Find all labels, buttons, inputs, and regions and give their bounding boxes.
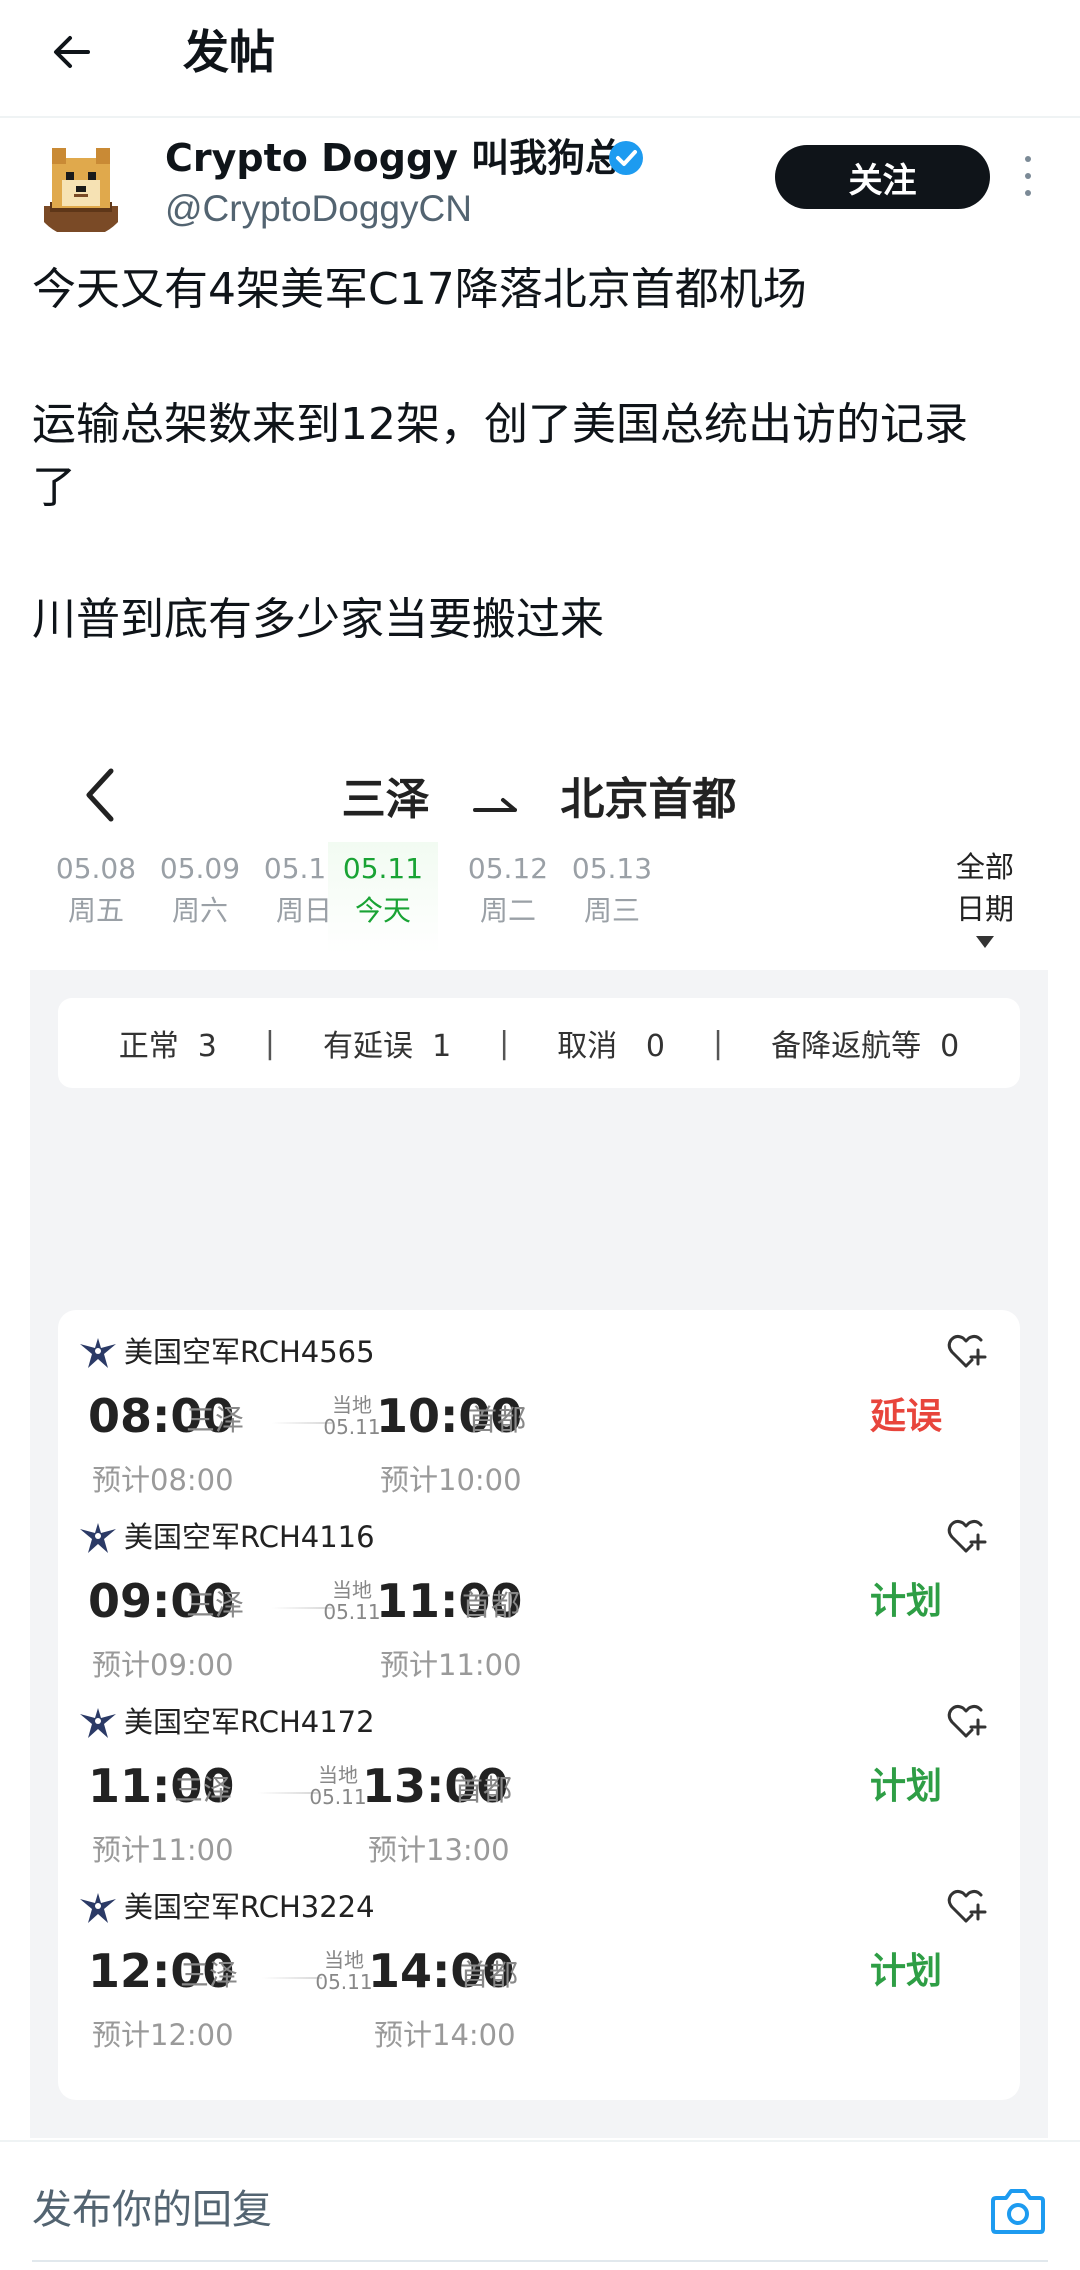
summary-label: 备降返航等 — [771, 1029, 922, 1064]
summary-label: 取消 — [557, 1029, 618, 1064]
flight-id: 美国空军RCH3224 — [124, 1890, 375, 1924]
page-title: 发帖 — [183, 25, 275, 79]
follow-button[interactable]: 关注 — [775, 145, 990, 209]
heart-plus-icon[interactable] — [944, 1515, 988, 1559]
author-handle[interactable]: @CryptoDoggyCN — [165, 184, 472, 234]
arrow-left-icon — [54, 36, 90, 68]
reply-input[interactable]: 发布你的回复 — [32, 2182, 272, 2238]
tweet-text-line: 了 — [32, 462, 76, 513]
local-time-label: 当地 — [318, 1763, 358, 1787]
flight-card[interactable]: 美国空军RCH3224 12:00 三泽 当地 05.11 14:00 首都 计划 预计12:0… — [58, 1865, 1020, 2100]
local-date: 05.11 — [315, 1970, 373, 1994]
us-air-force-logo-icon — [80, 1708, 116, 1738]
estimated-departure: 预计11:00 — [92, 1833, 234, 1867]
summary-divider: | — [712, 1025, 724, 1061]
route-title: 三泽 北京首都 — [30, 770, 1048, 832]
summary-diverted: 备降返航等 0 — [771, 1021, 959, 1065]
summary-label: 正常 — [118, 1029, 179, 1064]
summary-cancelled: 取消 0 — [557, 1021, 665, 1065]
date-tab-date: 05.13 — [571, 852, 653, 885]
date-tab: 05.13 周三 — [542, 842, 682, 954]
departure-city: 三泽 — [174, 1773, 233, 1807]
all-dates-label: 日期 — [955, 892, 1014, 926]
summary-count: 1 — [432, 1029, 452, 1064]
us-air-force-logo-icon — [80, 1338, 116, 1368]
summary-divider: | — [499, 1025, 510, 1061]
flight-status: 计划 — [870, 1951, 943, 1992]
summary-count: 0 — [940, 1029, 960, 1064]
departure-city: 三泽 — [186, 1403, 245, 1437]
status-summary: 正常 3 | 有延误 1 | 取消 0 | 备降返航等 0 — [58, 998, 1020, 1088]
estimated-arrival: 预计14:00 — [374, 2018, 516, 2052]
doge-avatar-icon — [30, 136, 132, 238]
route-arrow-icon — [473, 772, 517, 832]
us-air-force-logo-icon — [80, 1523, 116, 1553]
route-to: 北京首都 — [560, 774, 737, 825]
date-tab-active: 05.11 今天 — [328, 842, 438, 954]
flight-search-header: 三泽 北京首都 05.08 周五 05.09 周六 05.10 周日 05.11… — [30, 730, 1048, 970]
verified-badge-icon — [609, 141, 643, 175]
summary-label: 有延误 — [323, 1029, 413, 1064]
heart-plus-icon[interactable] — [944, 1885, 988, 1929]
all-dates-label: 全部 — [955, 850, 1014, 884]
more-options-icon[interactable] — [1018, 156, 1038, 196]
heart-plus-icon[interactable] — [944, 1330, 988, 1374]
flight-id: 美国空军RCH4116 — [124, 1520, 375, 1554]
tweet-text-line: 川普到底有多少家当要搬过来 — [32, 594, 604, 645]
tweet-text-line: 今天又有4架美军C17降落北京首都机场 — [32, 264, 807, 315]
us-air-force-logo-icon — [80, 1893, 116, 1923]
flight-status: 计划 — [870, 1766, 943, 1807]
estimated-departure: 预计09:00 — [92, 1648, 234, 1682]
flight-status: 计划 — [870, 1581, 943, 1622]
local-time-label: 当地 — [332, 1578, 372, 1602]
heart-plus-icon[interactable] — [944, 1700, 988, 1744]
attached-image[interactable]: 三泽 北京首都 05.08 周五 05.09 周六 05.10 周日 05.11… — [30, 730, 1048, 2138]
estimated-arrival: 预计10:00 — [380, 1463, 522, 1497]
local-date: 05.11 — [323, 1600, 381, 1624]
all-dates-button: 全部 日期 — [930, 846, 1040, 948]
avatar[interactable] — [30, 136, 132, 238]
back-button[interactable] — [40, 20, 104, 84]
summary-delayed: 有延误 1 — [323, 1021, 451, 1065]
flight-id: 美国空军RCH4172 — [124, 1705, 375, 1739]
route-from: 三泽 — [341, 774, 430, 825]
summary-divider: | — [264, 1025, 275, 1061]
date-tabs: 05.08 周五 05.09 周六 05.10 周日 05.11 今天 05.1… — [30, 842, 910, 954]
top-bar: 发帖 — [0, 0, 1080, 118]
date-tab-weekday: 今天 — [354, 894, 411, 927]
local-time-label: 当地 — [324, 1948, 364, 1972]
flight-status: 延误 — [870, 1396, 943, 1437]
author-name[interactable]: Crypto Doggy 叫我狗总 — [165, 133, 623, 183]
arrival-city: 首都 — [462, 1588, 521, 1622]
estimated-departure: 预计12:00 — [92, 2018, 234, 2052]
route-line — [262, 1977, 322, 1979]
summary-normal: 正常 3 — [119, 1021, 217, 1065]
summary-count: 3 — [197, 1029, 217, 1064]
estimated-arrival: 预计13:00 — [368, 1833, 510, 1867]
caret-down-icon — [976, 936, 994, 948]
arrival-city: 首都 — [460, 1958, 519, 1992]
tweet-text-line: 运输总架数来到12架，创了美国总统出访的记录 — [32, 399, 968, 450]
flight-id: 美国空军RCH4565 — [124, 1335, 375, 1369]
local-time-label: 当地 — [332, 1393, 372, 1417]
local-date: 05.11 — [323, 1415, 381, 1439]
reply-underline — [32, 2260, 1048, 2262]
estimated-departure: 预计08:00 — [92, 1463, 234, 1497]
reply-bar: 发布你的回复 — [0, 2140, 1080, 2270]
arrival-city: 首都 — [454, 1773, 513, 1807]
camera-icon[interactable] — [990, 2186, 1046, 2236]
estimated-arrival: 预计11:00 — [380, 1648, 522, 1682]
arrival-city: 首都 — [468, 1403, 527, 1437]
date-tab-weekday: 周三 — [583, 894, 640, 927]
date-tab-date: 05.11 — [342, 852, 424, 885]
departure-city: 三泽 — [186, 1588, 245, 1622]
local-date: 05.11 — [309, 1785, 367, 1809]
departure-city: 三泽 — [180, 1958, 239, 1992]
summary-count: 0 — [645, 1029, 665, 1064]
